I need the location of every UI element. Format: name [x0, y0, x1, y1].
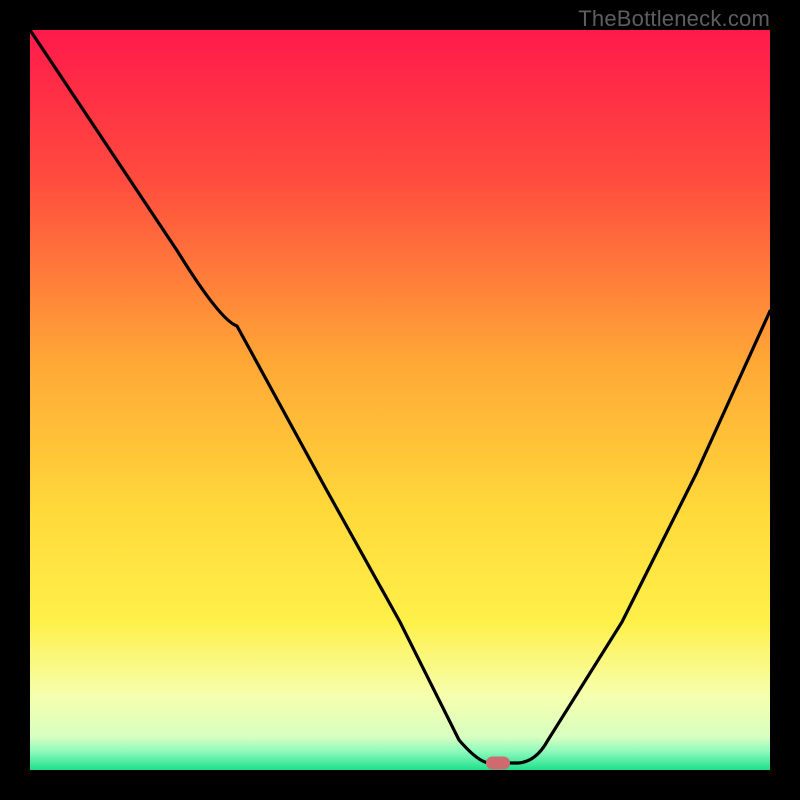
- bottleneck-curve: [30, 30, 770, 770]
- curve-path: [30, 30, 770, 763]
- plot-area: [30, 30, 770, 770]
- optimal-marker: [486, 756, 510, 769]
- chart-frame: TheBottleneck.com: [0, 0, 800, 800]
- watermark-text: TheBottleneck.com: [578, 6, 770, 32]
